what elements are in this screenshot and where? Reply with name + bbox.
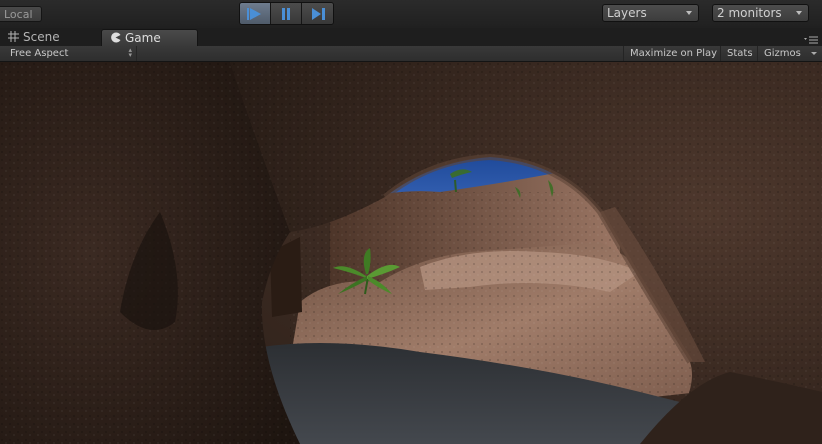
scene-grid-icon — [8, 31, 19, 42]
gizmos-label: Gizmos — [764, 48, 801, 59]
updown-arrows-icon: ▴ ▾ — [128, 46, 132, 59]
tab-game-label: Game — [125, 31, 161, 45]
chevron-down-icon — [796, 11, 802, 15]
cave-scene-render — [0, 62, 822, 444]
pause-button[interactable] — [271, 3, 302, 24]
game-viewport[interactable] — [0, 62, 822, 444]
chevron-down-icon — [811, 52, 817, 55]
play-icon — [247, 7, 261, 20]
pivot-rotation-toggle[interactable]: Local — [0, 6, 42, 22]
maximize-on-play-label: Maximize on Play — [630, 48, 718, 59]
layers-dropdown[interactable]: Layers — [602, 4, 699, 22]
game-pacman-icon — [111, 32, 121, 43]
step-button[interactable] — [302, 3, 333, 24]
layout-label: 2 monitors — [717, 6, 782, 20]
pivot-rotation-label: Local — [4, 8, 33, 21]
view-tab-strip: Scene Game — [0, 28, 822, 46]
chevron-down-icon — [686, 11, 692, 15]
menu-lines-icon — [804, 36, 818, 44]
game-view-toolbar: Free Aspect ▴ ▾ Maximize on Play Stats Gi… — [0, 46, 822, 62]
aspect-ratio-dropdown[interactable]: Free Aspect ▴ ▾ — [0, 46, 137, 61]
stats-label: Stats — [727, 48, 753, 59]
playmode-controls — [239, 2, 334, 25]
play-button[interactable] — [240, 3, 271, 24]
layout-dropdown[interactable]: 2 monitors — [712, 4, 809, 22]
gizmos-dropdown[interactable]: Gizmos — [757, 46, 822, 61]
layers-label: Layers — [607, 6, 647, 20]
aspect-ratio-label: Free Aspect — [10, 48, 69, 59]
main-toolbar: Local Layers 2 monitors — [0, 0, 822, 28]
step-icon — [311, 7, 325, 20]
tab-scene-label: Scene — [23, 30, 60, 44]
maximize-on-play-toggle[interactable]: Maximize on Play — [623, 46, 720, 61]
stats-toggle[interactable]: Stats — [720, 46, 757, 61]
pause-icon — [282, 7, 290, 20]
tab-game[interactable]: Game — [101, 29, 198, 46]
tab-scene[interactable]: Scene — [0, 29, 98, 46]
